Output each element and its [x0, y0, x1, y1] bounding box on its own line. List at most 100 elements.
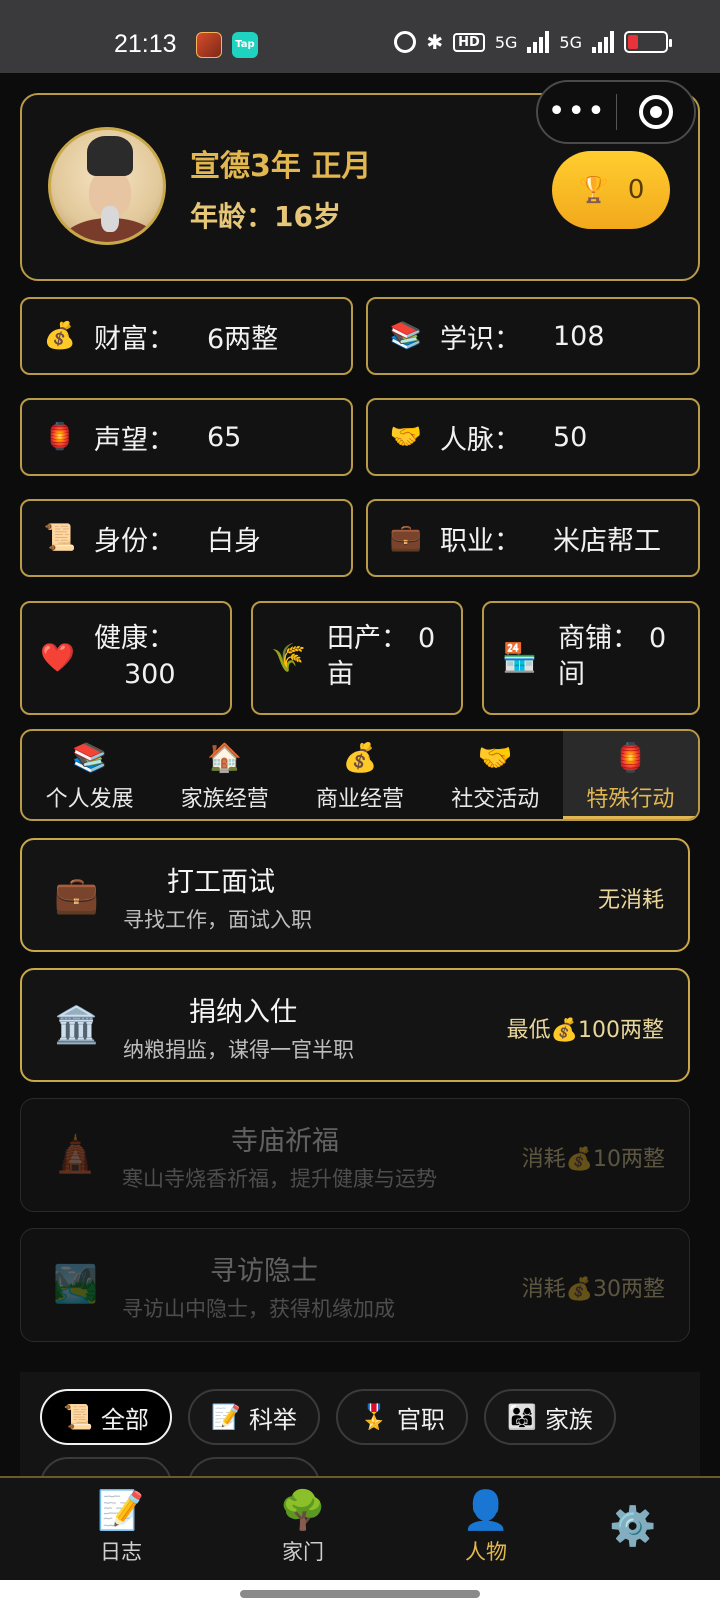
filter-exam[interactable]: 📝 科举 — [188, 1389, 320, 1445]
nav-family-house[interactable]: 🌳 家门 — [248, 1488, 358, 1566]
tab-business[interactable]: 💰 商业经营 — [292, 731, 427, 819]
battery-icon — [624, 31, 672, 53]
stat-value: 0 — [649, 623, 667, 654]
books-icon: 📚 — [72, 741, 108, 774]
signal-icon — [592, 31, 614, 53]
stat-label: 财富： — [94, 323, 175, 355]
action-description: 寒山寺烧香祈福，提升健康与运势 — [122, 1167, 437, 1191]
trophy-button[interactable]: 🏆 0 — [552, 151, 670, 229]
action-title: 寺庙祈福 — [231, 1126, 339, 1157]
date-title: 宣德3年 正月 — [190, 149, 372, 184]
action-job-interview[interactable]: 💼 打工面试 寻找工作，面试入职 无消耗 — [20, 838, 690, 952]
nav-log[interactable]: 📝 日志 — [66, 1488, 176, 1566]
category-tabs: 📚 个人发展 🏠 家族经营 💰 商业经营 🤝 社交活动 🏮 特殊行动 — [20, 729, 700, 821]
nav-character[interactable]: 👤 人物 — [431, 1488, 541, 1566]
scroll-icon: 📜 — [43, 523, 77, 553]
taptap-app-icon: Tap — [232, 32, 258, 58]
stat-unit: 亩 — [327, 659, 354, 690]
filter-family[interactable]: 👨‍👩‍👧 家族 — [484, 1389, 616, 1445]
game-app-icon — [196, 32, 222, 58]
tab-special-actions[interactable]: 🏮 特殊行动 — [562, 731, 698, 819]
filter-all[interactable]: 📜 全部 — [40, 1389, 172, 1445]
action-cost: 最低💰100两整 — [506, 1018, 664, 1043]
rice-icon: 🌾 — [271, 641, 306, 674]
stat-label: 人脉： — [440, 424, 521, 456]
stat-value: 6两整 — [207, 323, 279, 355]
stat-label: 职业： — [440, 525, 521, 557]
money-bag-icon: 💰 — [43, 321, 77, 351]
network-label-2: 5G — [559, 32, 582, 52]
filter-office[interactable]: 🎖️ 官职 — [336, 1389, 468, 1445]
action-cost: 消耗💰10两整 — [521, 1147, 665, 1172]
tab-family-management[interactable]: 🏠 家族经营 — [157, 731, 292, 819]
memo-icon: 📝 — [211, 1403, 241, 1431]
lantern-icon: 🏮 — [612, 741, 648, 774]
stat-connections: 🤝 人脉： 50 — [366, 398, 700, 476]
books-icon: 📚 — [389, 321, 423, 351]
stat-value: 300 — [124, 659, 176, 690]
action-description: 纳粮捐监，谋得一官半职 — [123, 1038, 354, 1062]
stat-value: 米店帮工 — [553, 525, 661, 557]
action-buy-office[interactable]: 🏛️ 捐纳入仕 纳粮捐监，谋得一官半职 最低💰100两整 — [20, 968, 690, 1082]
memo-icon: 📝 — [97, 1488, 145, 1532]
stat-label: 田产： — [327, 623, 408, 654]
stat-knowledge: 📚 学识： 108 — [366, 297, 700, 375]
bluetooth-icon: ✱ — [426, 30, 444, 54]
system-navigation-bar — [0, 1580, 720, 1608]
stat-label: 商铺： — [558, 623, 639, 654]
action-title: 打工面试 — [167, 867, 275, 898]
signal-icon — [527, 31, 550, 53]
gear-icon: ⚙️ — [609, 1504, 657, 1548]
bottom-navigation: 📝 日志 🌳 家门 👤 人物 ⚙️ — [0, 1476, 720, 1580]
tab-personal-development[interactable]: 📚 个人发展 — [22, 731, 157, 819]
home-indicator[interactable] — [240, 1590, 480, 1598]
action-temple-blessing[interactable]: 🛕 寺庙祈福 寒山寺烧香祈福，提升健康与运势 消耗💰10两整 — [20, 1098, 690, 1212]
action-visit-hermit[interactable]: 🏞️ 寻访隐士 寻访山中隐士，获得机缘加成 消耗💰30两整 — [20, 1228, 690, 1342]
status-bar: 21:13 Tap ✱ HD 5G 5G — [0, 0, 720, 73]
stat-label: 身份： — [94, 525, 175, 557]
person-icon: 👤 — [462, 1488, 510, 1532]
briefcase-icon: 💼 — [389, 523, 423, 553]
stat-value: 白身 — [207, 525, 261, 557]
landscape-icon: 🏞️ — [53, 1264, 98, 1305]
money-bag-icon: 💰 — [342, 741, 378, 774]
trophy-count: 0 — [627, 175, 645, 205]
more-menu-icon[interactable]: ••• — [538, 82, 616, 142]
stat-value: 0 — [418, 623, 436, 654]
action-cost: 无消耗 — [597, 888, 664, 913]
scroll-icon: 📜 — [63, 1403, 93, 1431]
action-title: 捐纳入仕 — [189, 997, 297, 1028]
briefcase-icon: 💼 — [54, 875, 99, 916]
stat-health: ❤️ 健康： 300 — [20, 601, 232, 715]
action-title: 寻访隐士 — [210, 1256, 318, 1287]
stat-value: 65 — [207, 421, 242, 453]
action-description: 寻访山中隐士，获得机缘加成 — [122, 1297, 395, 1321]
house-icon: 🏠 — [207, 741, 243, 774]
stat-occupation: 💼 职业： 米店帮工 — [366, 499, 700, 577]
handshake-icon: 🤝 — [389, 422, 423, 452]
network-label-1: 5G — [494, 32, 518, 52]
stat-label: 健康： — [94, 623, 175, 654]
miniprogram-capsule: ••• — [536, 80, 696, 144]
stat-unit: 间 — [558, 659, 585, 690]
stat-farmland: 🌾 田产： 0 亩 — [251, 601, 463, 715]
trophy-icon: 🏆 — [577, 175, 610, 205]
close-miniprogram-icon[interactable] — [617, 95, 694, 129]
stat-identity: 📜 身份： 白身 — [20, 499, 353, 577]
family-icon: 👨‍👩‍👧 — [507, 1403, 537, 1431]
medal-icon: 🎖️ — [359, 1403, 389, 1431]
stat-value: 108 — [553, 320, 605, 352]
nav-settings[interactable]: ⚙️ — [578, 1504, 688, 1550]
age-label: 年龄：16岁 — [190, 200, 341, 233]
tab-social[interactable]: 🤝 社交活动 — [428, 731, 563, 819]
bank-icon: 🏛️ — [54, 1005, 99, 1046]
stat-shops: 🏪 商铺： 0 间 — [482, 601, 700, 715]
stat-label: 学识： — [440, 323, 521, 355]
tree-icon: 🌳 — [279, 1488, 327, 1532]
avatar[interactable] — [48, 127, 166, 245]
alarm-icon — [394, 31, 417, 53]
pagoda-icon: 🛕 — [53, 1134, 98, 1175]
action-cost: 消耗💰30两整 — [521, 1277, 665, 1302]
stat-prestige: 🏮 声望： 65 — [20, 398, 353, 476]
status-time: 21:13 — [114, 30, 177, 58]
